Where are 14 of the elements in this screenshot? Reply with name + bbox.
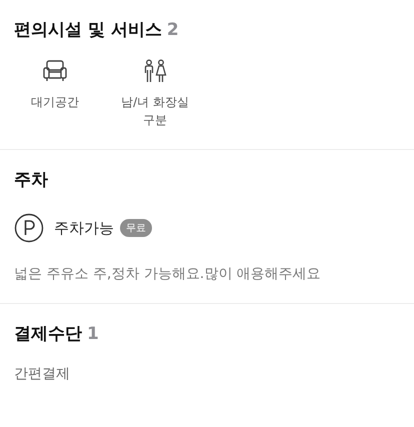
parking-icon: [14, 213, 44, 243]
parking-description: 넓은 주유소 주,정차 가능해요.많이 애용해주세요: [14, 265, 322, 283]
people-icon: [142, 59, 168, 83]
section-title: 주차: [14, 169, 48, 191]
armchair-icon: [42, 59, 68, 83]
price-badge: 무료: [120, 219, 152, 237]
parking-status: 주차가능: [54, 218, 114, 238]
amenity-label: 남/녀 화장실 구분: [120, 94, 190, 129]
section-title: 편의시설 및 서비스: [14, 19, 162, 41]
amenity-label: 대기공간: [31, 94, 79, 111]
section-title: 결제수단: [14, 323, 82, 345]
payment-method: 간편결제: [14, 365, 71, 383]
payment-count: 1: [87, 324, 99, 344]
amenity-count: 2: [166, 20, 179, 40]
